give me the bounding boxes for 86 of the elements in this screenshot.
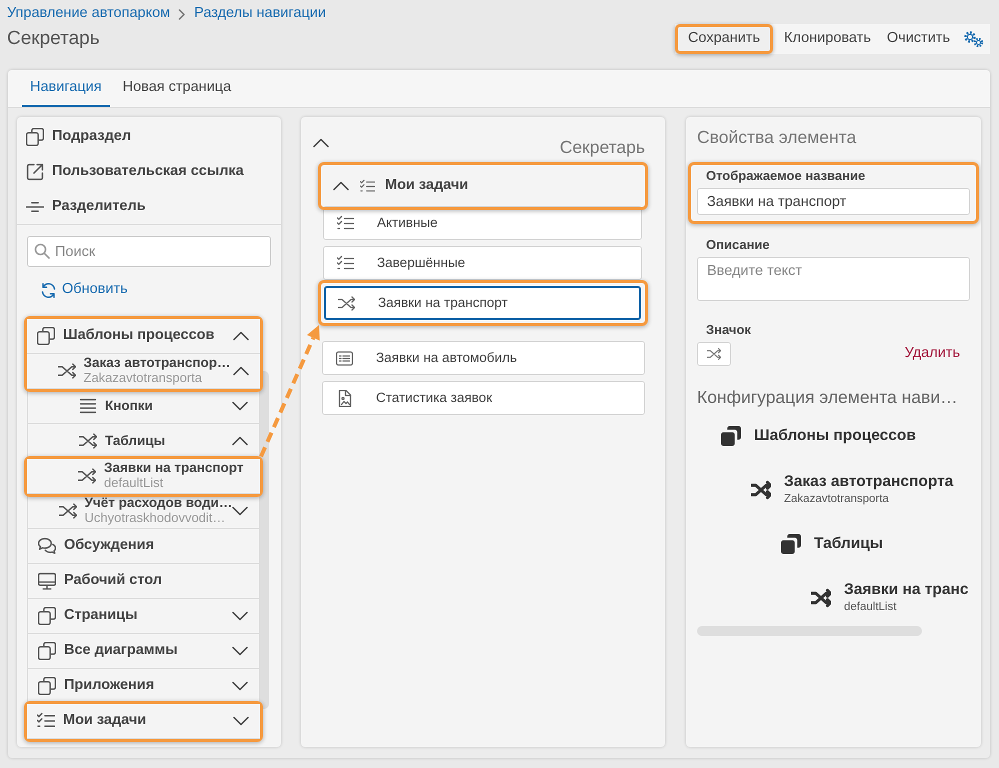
description-field[interactable]: Введите текст [697,257,970,301]
display-name-field[interactable]: Заявки на транспорт [697,188,970,215]
toolbar-button[interactable]: Клонировать [776,24,879,54]
tree-item[interactable]: Заявки на транспорт defaultList [27,458,260,494]
tree-item[interactable]: Шаблоны процессов [27,318,260,354]
group-header[interactable]: Мои задачи [321,165,645,207]
tree-item[interactable]: Рабочий стол [28,564,259,598]
checklist-icon [37,712,55,730]
field-label: Описание [706,236,771,254]
chevron-down-icon[interactable] [232,610,249,620]
settings-icon [963,30,985,48]
field-label: Отображаемое название [706,167,866,185]
chevron-up-icon[interactable] [233,366,250,376]
preview-item-label: Заказ автотранспорта [784,473,954,492]
speech-bubbles-icon [38,536,56,554]
item-subtitle: Uchyotraskhodovvodit… [84,510,224,526]
tree-item[interactable]: Все диаграммы [28,634,259,668]
nav-item-card[interactable]: Заявки на транспорт [324,286,641,320]
search-field[interactable]: Поиск [27,236,271,267]
chevron-down-icon[interactable] [232,646,249,656]
chevron-up-icon[interactable] [232,436,249,446]
chevron-down-icon[interactable] [232,400,249,410]
delete-link[interactable]: Удалить [904,343,960,365]
nav-item-card[interactable]: Статистика заявок [322,381,645,415]
chevron-up-icon[interactable] [333,181,350,191]
tree-item[interactable]: Страницы [28,598,259,634]
preview-item-label: Заявки на транс [844,581,968,600]
shuffle-icon [338,294,355,312]
icon-picker-button[interactable] [697,342,731,366]
stacked-squares-icon [721,426,741,446]
search-icon [34,243,50,259]
chevron-down-icon[interactable] [232,506,249,516]
shuffle-icon [58,362,76,380]
chevron-up-icon[interactable] [233,330,250,340]
preview-item-label: Шаблоны процессов [754,426,916,446]
shuffle-icon [79,432,97,450]
tree-item[interactable]: Мои задачи [27,704,260,738]
stacked-squares-icon [38,676,56,694]
monitor-icon [38,572,56,590]
refresh-icon [40,282,57,298]
shuffle-icon [811,588,831,608]
preview-item-subtitle: defaultList [844,600,898,615]
breadcrumb-link[interactable]: Управление автопарком [7,3,170,25]
panel-title: Свойства элемента [697,126,858,149]
external-link-icon [26,162,44,180]
shuffle-icon [751,480,771,500]
stacked-squares-icon [37,326,55,344]
chevron-down-icon[interactable] [232,680,249,690]
document-image-icon [336,390,353,406]
section-heading: Конфигурация элемента нави… [697,386,959,409]
chevron-up-icon[interactable] [313,138,330,148]
checklist-icon [337,214,354,232]
scrollbar-thumb[interactable] [260,370,269,708]
item-subtitle: defaultList [104,476,164,491]
page-title: Секретарь [7,28,100,50]
shuffle-icon [58,502,76,520]
checklist-icon [337,254,354,272]
stacked-squares-icon [38,642,56,660]
field-label: Значок [706,321,752,339]
toolbar-button[interactable]: Сохранить [674,24,774,54]
panel-title: Секретарь [560,136,645,159]
list-box-icon [336,350,353,366]
refresh-link[interactable]: Обновить [40,278,128,302]
breadcrumb-link[interactable]: Разделы навигации [194,3,326,25]
tree-item[interactable]: Заказ автотранспор… Zakazavtotransporta [27,354,260,388]
tab[interactable]: Навигация [22,70,110,107]
preview-item-label: Таблицы [814,534,884,554]
preview-item-subtitle: Zakazavtotransporta [784,492,890,507]
tree-item[interactable]: Обсуждения [28,528,259,564]
checklist-icon [360,178,375,194]
shuffle-icon [707,347,721,361]
stacked-squares-icon [26,128,44,146]
shuffle-icon [78,466,96,484]
add-item[interactable]: Разделитель [17,189,281,224]
chevron-down-icon[interactable] [233,716,250,726]
stacked-squares-icon [781,534,801,554]
nav-item-card[interactable]: Завершённые [323,246,642,280]
stacked-squares-icon [38,606,56,624]
tab[interactable]: Новая страница [114,70,240,107]
add-item[interactable]: Подраздел [17,119,281,154]
lines-icon [79,396,97,414]
add-item[interactable]: Пользовательская ссылка [17,154,281,189]
nav-item-card[interactable]: Заявки на автомобиль [322,341,645,375]
chevron-right-icon [178,8,186,20]
toolbar-button[interactable]: Очистить [878,24,958,54]
item-subtitle: Zakazavtotransporta [84,370,202,386]
